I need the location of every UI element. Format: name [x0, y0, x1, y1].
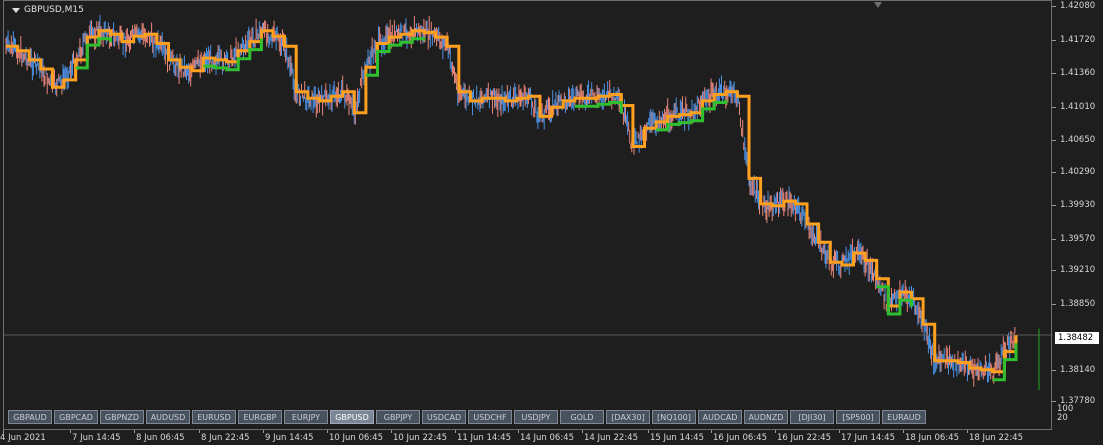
- time-axis[interactable]: 4 Jun 2021 7 Jun 14:45 8 Jun 06:45 8 Jun 22…: [0, 430, 1103, 445]
- price-tick: [1052, 40, 1056, 41]
- price-tick: [1052, 239, 1056, 240]
- symbol-button-gbpcad[interactable]: GBPCAD: [54, 410, 98, 424]
- indicator-scale: 100 20: [1057, 405, 1073, 423]
- price-tick: [1052, 6, 1056, 7]
- price-tick: [1052, 107, 1056, 108]
- time-label: 17 Jun 14:45: [841, 433, 895, 443]
- price-label: 1.41360: [1060, 68, 1096, 78]
- trail-line-up: [75, 37, 1018, 382]
- time-tick: [327, 430, 328, 433]
- time-tick: [775, 430, 776, 433]
- price-label: 1.40290: [1060, 167, 1096, 177]
- symbol-button-audusd[interactable]: AUDUSD: [146, 410, 190, 424]
- symbol-button-sp500[interactable]: [SP500]: [836, 410, 880, 424]
- time-label: 8 Jun 06:45: [136, 433, 185, 443]
- time-tick: [518, 430, 519, 433]
- time-tick: [839, 430, 840, 433]
- symbol-button-gold[interactable]: GOLD: [560, 410, 604, 424]
- time-tick: [648, 430, 649, 433]
- price-chart[interactable]: [4, 1, 1053, 431]
- symbol-button-dax30[interactable]: [DAX30]: [606, 410, 650, 424]
- price-tick: [1052, 304, 1056, 305]
- time-label: 10 Jun 06:45: [329, 433, 383, 443]
- indicator-scale-bottom: 20: [1057, 413, 1068, 423]
- price-tick: [1052, 270, 1056, 271]
- price-label: 1.38140: [1060, 365, 1096, 375]
- symbol-button-audnzd[interactable]: AUDNZD: [744, 410, 788, 424]
- price-label: 1.41720: [1060, 35, 1096, 45]
- symbol-button-gbpaud[interactable]: GBPAUD: [8, 410, 52, 424]
- symbol-button-gbpnzd[interactable]: GBPNZD: [100, 410, 144, 424]
- time-tick: [199, 430, 200, 433]
- trail-line-down: [6, 29, 1018, 374]
- price-label: 1.38850: [1060, 299, 1096, 309]
- candles-layer: [5, 15, 1016, 387]
- price-tick: [1052, 172, 1056, 173]
- time-tick: [70, 430, 71, 433]
- time-label: 4 Jun 2021: [0, 433, 46, 443]
- price-axis[interactable]: 1.42080 1.41720 1.41360 1.41010 1.40650 1.402…: [1052, 0, 1103, 430]
- time-tick: [263, 430, 264, 433]
- price-label: 1.39930: [1060, 200, 1096, 210]
- time-label: 18 Jun 06:45: [905, 433, 959, 443]
- price-label: 1.40650: [1060, 135, 1096, 145]
- time-label: 14 Jun 06:45: [520, 433, 574, 443]
- price-label: 1.41010: [1060, 102, 1096, 112]
- time-label: 10 Jun 22:45: [393, 433, 447, 443]
- price-tick: [1052, 401, 1056, 402]
- current-price-label: 1.38482: [1055, 332, 1099, 344]
- time-label: 18 Jun 22:45: [969, 433, 1023, 443]
- price-tick: [1052, 140, 1056, 141]
- symbol-timeframe: GBPUSD,M15: [24, 5, 84, 15]
- symbol-button-usdchf[interactable]: USDCHF: [468, 410, 512, 424]
- price-tick: [1052, 73, 1056, 74]
- time-tick: [711, 430, 712, 433]
- time-tick: [903, 430, 904, 433]
- time-label: 7 Jun 14:45: [72, 433, 121, 443]
- time-label: 8 Jun 22:45: [201, 433, 250, 443]
- time-tick: [967, 430, 968, 433]
- time-label: 9 Jun 14:45: [265, 433, 314, 443]
- symbol-button-audcad[interactable]: AUDCAD: [698, 410, 742, 424]
- chevron-down-icon[interactable]: [12, 7, 20, 13]
- time-tick: [455, 430, 456, 433]
- symbol-button-eurjpy[interactable]: EURJPY: [284, 410, 328, 424]
- symbol-button-nq100[interactable]: [NQ100]: [652, 410, 696, 424]
- symbol-button-dji30[interactable]: [DJI30]: [790, 410, 834, 424]
- chart-shift-handle-icon[interactable]: [874, 2, 882, 8]
- time-label: 16 Jun 22:45: [777, 433, 831, 443]
- symbol-button-eurusd[interactable]: EURUSD: [192, 410, 236, 424]
- symbol-button-usdcad[interactable]: USDCAD: [422, 410, 466, 424]
- price-label: 1.39210: [1060, 265, 1096, 275]
- price-label: 1.42080: [1060, 1, 1096, 11]
- price-tick: [1052, 370, 1056, 371]
- symbol-button-gbpusd[interactable]: GBPUSD: [330, 410, 374, 424]
- time-label: 14 Jun 22:45: [584, 433, 638, 443]
- chart-title[interactable]: GBPUSD,M15: [12, 5, 84, 15]
- symbol-button-gbpjpy[interactable]: GBPJPY: [376, 410, 420, 424]
- time-label: 16 Jun 06:45: [713, 433, 767, 443]
- symbol-button-usdjpy[interactable]: USDJPY: [514, 410, 558, 424]
- time-label: 11 Jun 14:45: [457, 433, 511, 443]
- symbol-button-bar: GBPAUD GBPCAD GBPNZD AUDUSD EURUSD EURGBP EURJ…: [8, 410, 926, 424]
- price-label: 1.39570: [1060, 234, 1096, 244]
- symbol-button-euraud[interactable]: EURAUD: [882, 410, 926, 424]
- time-tick: [134, 430, 135, 433]
- price-tick: [1052, 205, 1056, 206]
- time-tick: [582, 430, 583, 433]
- time-label: 15 Jun 14:45: [650, 433, 704, 443]
- symbol-button-eurgbp[interactable]: EURGBP: [238, 410, 282, 424]
- chart-area[interactable]: GBPUSD,M15 GBPAUD GBPCAD GBPNZD AUDUSD EURUS…: [3, 0, 1053, 431]
- time-tick: [391, 430, 392, 433]
